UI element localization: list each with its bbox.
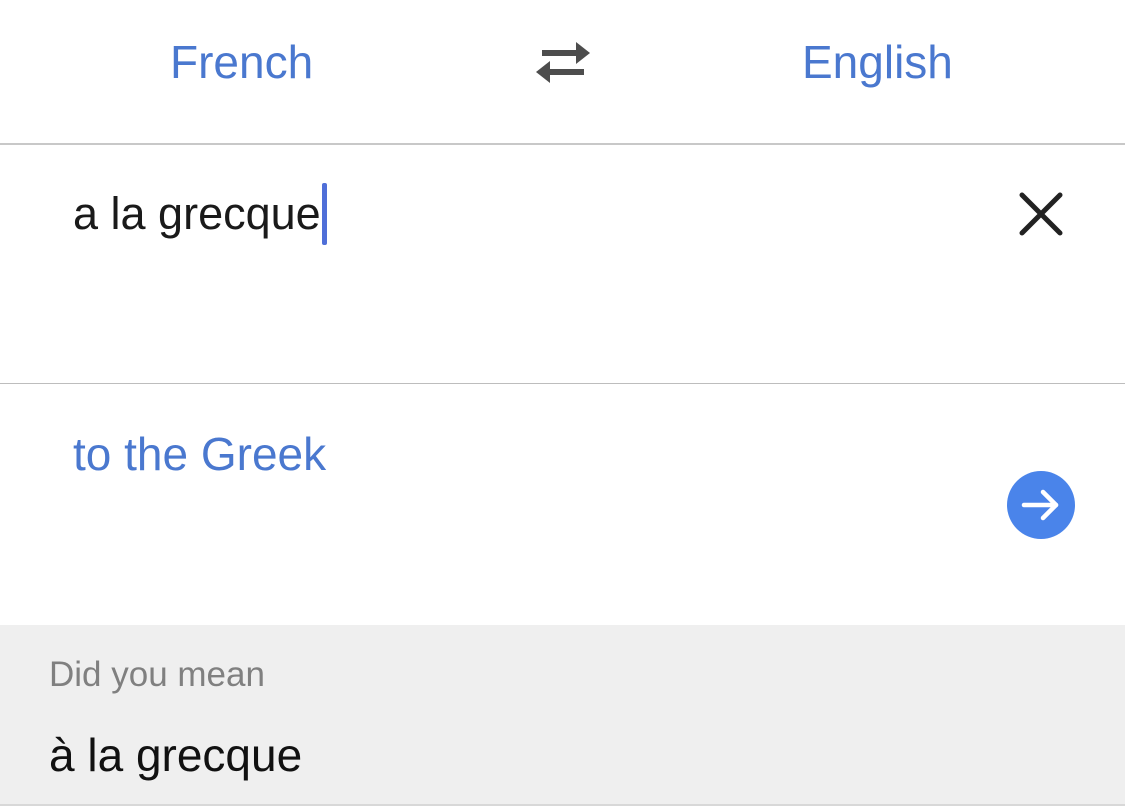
language-bar: French English bbox=[0, 0, 1125, 145]
did-you-mean-label: Did you mean bbox=[49, 655, 265, 694]
source-input-area[interactable]: a la grecque bbox=[0, 145, 1125, 384]
did-you-mean-suggestion[interactable]: Did you mean à la grecque bbox=[0, 625, 1125, 806]
swap-languages-button[interactable] bbox=[532, 36, 594, 88]
source-text: a la grecque bbox=[73, 188, 321, 239]
clear-input-button[interactable] bbox=[1012, 185, 1070, 243]
source-language-button[interactable]: French bbox=[170, 30, 313, 94]
target-language-button[interactable]: English bbox=[802, 30, 953, 94]
translation-result-area: to the Greek bbox=[0, 384, 1125, 625]
source-text-field[interactable]: a la grecque bbox=[73, 183, 327, 245]
translate-screen: French English a la grecque to the Greek bbox=[0, 0, 1125, 806]
swap-horizontal-arrows-icon bbox=[536, 42, 590, 83]
close-icon bbox=[1019, 192, 1063, 236]
suggested-text[interactable]: à la grecque bbox=[49, 725, 302, 785]
text-caret bbox=[321, 183, 327, 245]
translation-text[interactable]: to the Greek bbox=[73, 424, 326, 484]
arrow-right-icon bbox=[1021, 489, 1059, 521]
open-translation-button[interactable] bbox=[1007, 471, 1075, 539]
